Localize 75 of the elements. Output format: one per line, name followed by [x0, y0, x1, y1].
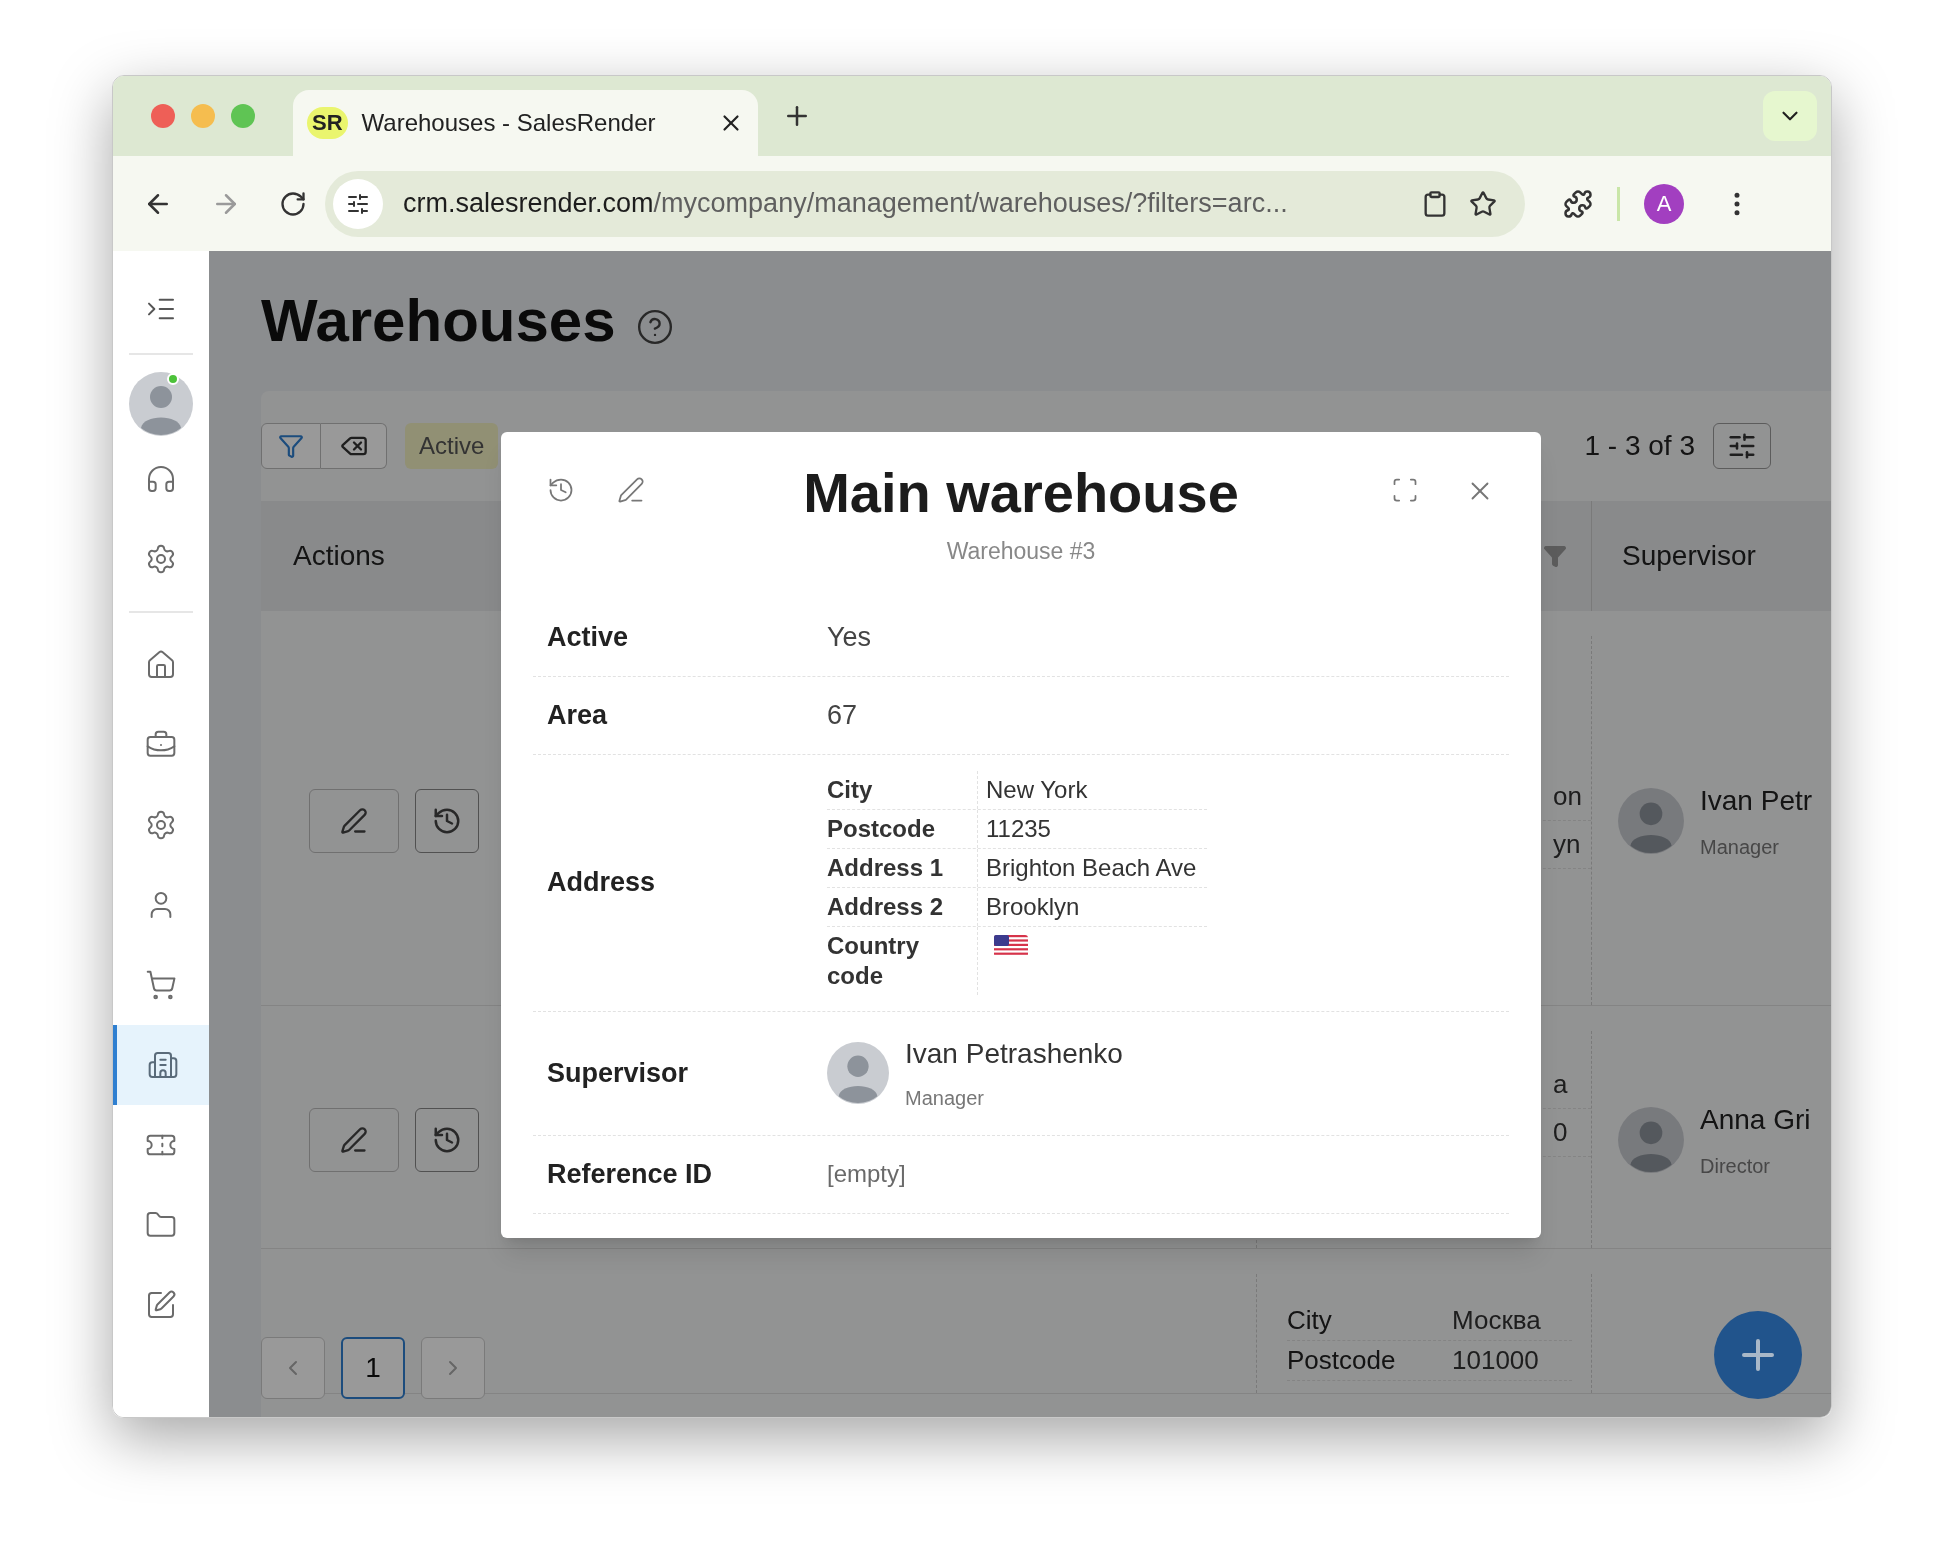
pagination-range: 1 - 3 of 3: [1584, 429, 1695, 463]
supervisor-name: Ivan Petrashenko: [905, 1037, 1123, 1071]
page-title: Warehouses: [261, 286, 616, 356]
history-button[interactable]: [415, 1107, 479, 1172]
profile-avatar[interactable]: A: [1644, 183, 1684, 224]
address-label: Address 1: [827, 852, 945, 883]
user-avatar: [129, 372, 193, 436]
history-icon[interactable]: [547, 476, 575, 504]
filter-icon: [278, 433, 304, 459]
supervisor-avatar: [1618, 787, 1684, 854]
home-icon: [145, 649, 177, 681]
edit-button[interactable]: [309, 1107, 399, 1172]
field-label: Address: [547, 866, 657, 900]
reload-icon[interactable]: [279, 189, 307, 218]
supervisor-role: Director: [1700, 1153, 1771, 1179]
field-label: Active: [547, 620, 630, 654]
field-value: [empty]: [827, 1159, 906, 1189]
column-settings-button[interactable]: [1713, 423, 1771, 469]
headset-icon: [145, 463, 177, 495]
us-flag-icon: [994, 934, 1028, 957]
supervisor-role: Manager: [905, 1086, 985, 1111]
url-text: crm.salesrender.com/mycompany/management/warehouses/?filters=arc...: [403, 187, 1289, 221]
dialog-title: Main warehouse: [803, 460, 1239, 526]
building-icon: [147, 1049, 179, 1081]
edit-icon[interactable]: [617, 476, 645, 504]
address-bar[interactable]: crm.salesrender.com/mycompany/management/warehouses/?filters=arc...: [325, 170, 1525, 237]
settings-icon: [145, 809, 177, 841]
bookmark-star-icon[interactable]: [1469, 189, 1497, 218]
field-value: 67: [827, 698, 858, 732]
filter-button[interactable]: [261, 423, 321, 469]
column-header: Supervisor: [1591, 501, 1831, 611]
history-button[interactable]: [415, 788, 479, 853]
address-label: Postcode: [827, 813, 937, 844]
pencil-icon: [340, 1125, 368, 1154]
supervisor-name: Anna Gri: [1700, 1102, 1811, 1137]
column-header: Actions: [292, 539, 386, 573]
pencil-icon: [340, 806, 368, 835]
filter-chip[interactable]: Active: [405, 423, 499, 469]
address-label: City: [1287, 1303, 1333, 1337]
close-window-button[interactable]: [151, 104, 175, 128]
supervisor-name: Ivan Petr: [1700, 783, 1813, 818]
address-value: Brighton Beach Ave: [986, 853, 1197, 881]
browser-tab[interactable]: SR Warehouses - SalesRender: [293, 90, 758, 156]
address-value: Brooklyn: [986, 892, 1080, 920]
clear-filters-button[interactable]: [321, 423, 387, 469]
sidebar-item[interactable]: [113, 1025, 209, 1105]
site-settings-button[interactable]: [333, 178, 383, 229]
supervisor-avatar: [827, 1042, 889, 1104]
address-label: Country code: [827, 930, 920, 991]
address-value: 101000: [1452, 1343, 1540, 1377]
tab-title: Warehouses - SalesRender: [361, 108, 657, 138]
field-label: Supervisor: [547, 1056, 690, 1090]
supervisor-avatar: [1618, 1106, 1684, 1173]
edit-icon: [145, 1289, 177, 1321]
field-label: Area: [547, 698, 609, 732]
address-value: New York: [986, 775, 1088, 803]
sliders-icon: [1727, 431, 1757, 461]
settings-icon: [145, 543, 177, 575]
edit-button[interactable]: [309, 788, 399, 853]
site-logo: SR: [307, 107, 348, 139]
cart-icon: [145, 969, 177, 1001]
help-icon[interactable]: [635, 308, 674, 346]
address-label: Address 2: [827, 891, 945, 922]
field-value: Yes: [827, 620, 872, 654]
address-value: Москва: [1452, 1303, 1542, 1337]
address-label: Postcode: [1287, 1343, 1397, 1377]
supervisor-role: Manager: [1700, 834, 1780, 860]
page-button[interactable]: 1: [341, 1337, 405, 1399]
address-value: 11235: [986, 814, 1051, 842]
extensions-icon[interactable]: [1563, 188, 1593, 219]
field-label: Reference ID: [547, 1157, 714, 1191]
dialog-subtitle: Warehouse #3: [946, 537, 1096, 566]
address-label: City: [827, 774, 874, 805]
fullscreen-icon[interactable]: [1391, 476, 1419, 504]
sliders-icon: [346, 191, 370, 216]
